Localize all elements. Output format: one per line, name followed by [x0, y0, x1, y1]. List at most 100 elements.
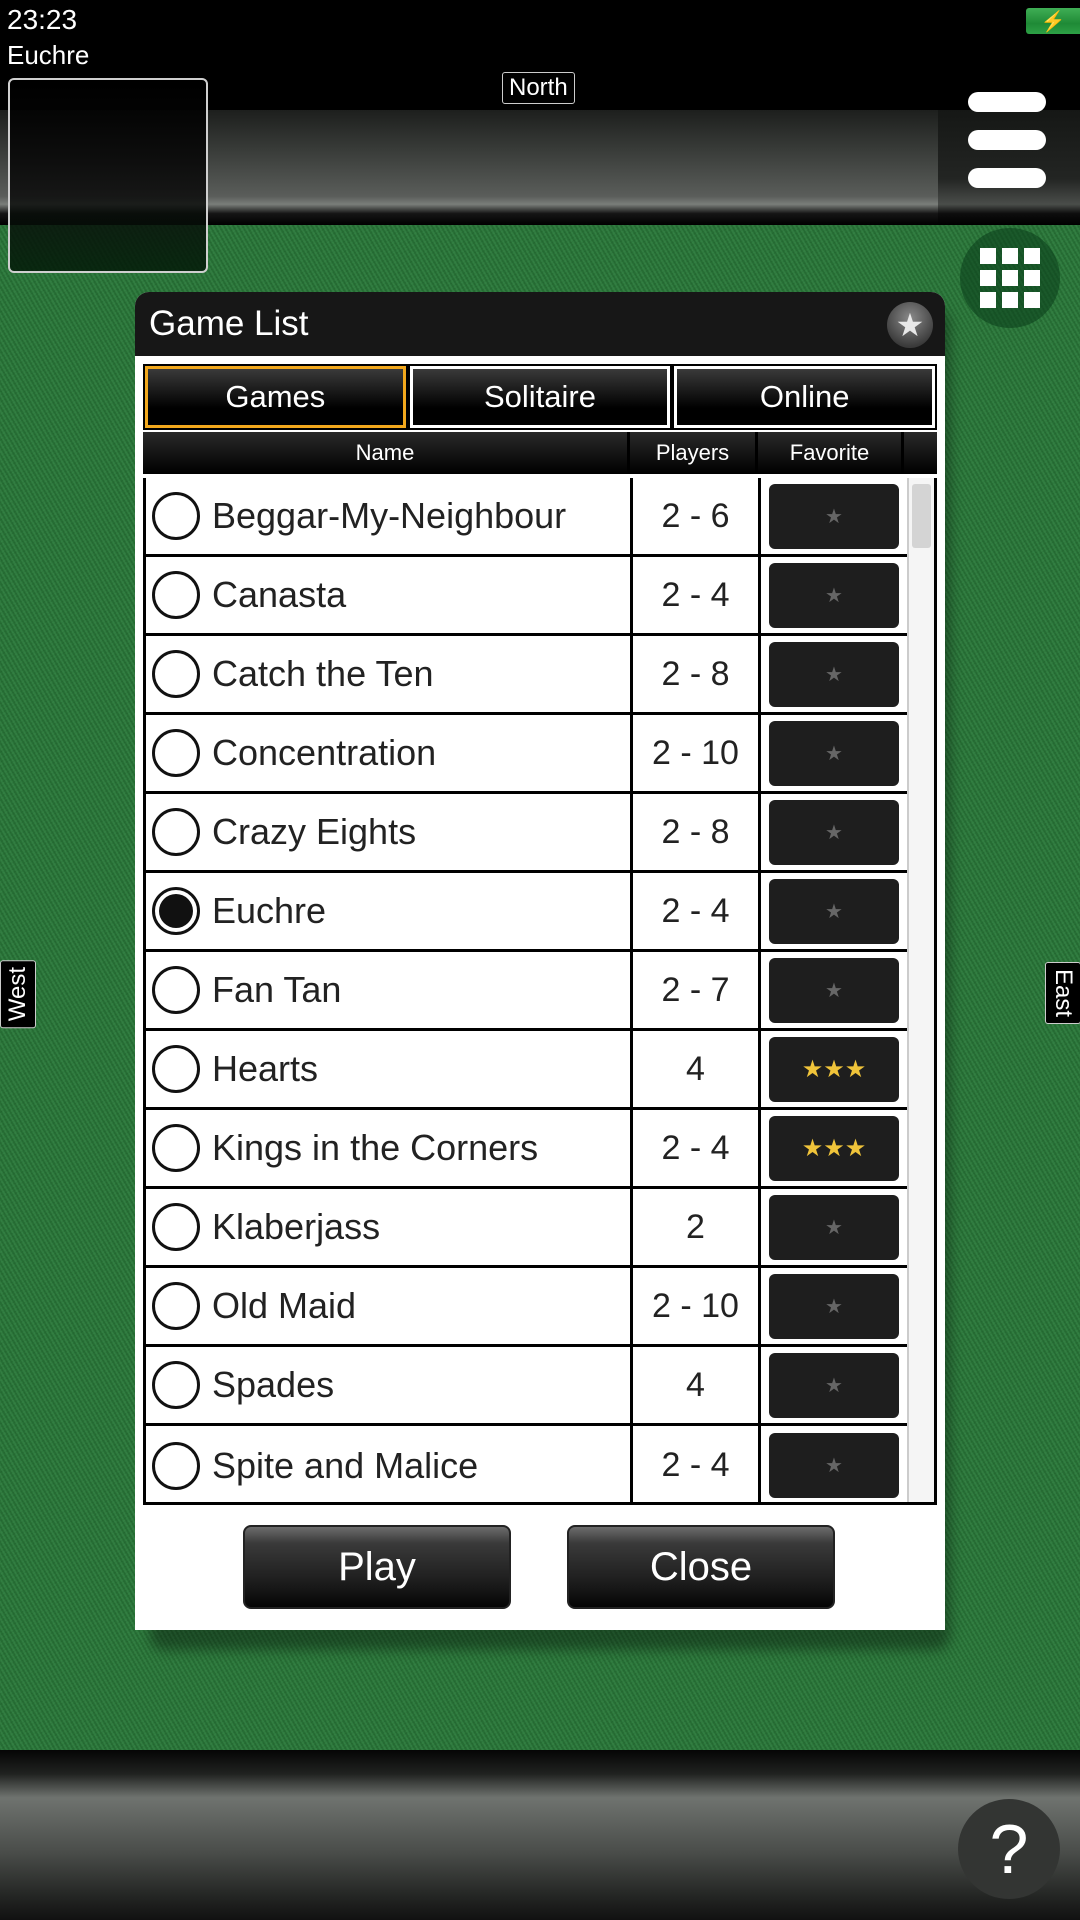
- game-name-cell: Hearts: [146, 1031, 633, 1107]
- player-avatar-box: [8, 78, 208, 273]
- table-header: Name Players Favorite: [143, 432, 937, 474]
- tab-solitaire[interactable]: Solitaire: [409, 366, 671, 428]
- game-name: Crazy Eights: [212, 811, 417, 852]
- favorite-cell: ★: [761, 478, 907, 554]
- column-header-name[interactable]: Name: [143, 432, 630, 474]
- game-row[interactable]: Spades 4 ★: [146, 1347, 907, 1426]
- players-count: 2 - 4: [633, 1426, 761, 1502]
- players-count: 2 - 8: [633, 794, 761, 870]
- star-icon[interactable]: ★: [887, 302, 933, 348]
- game-name-cell: Kings in the Corners: [146, 1110, 633, 1186]
- favorite-star-button[interactable]: ★: [769, 957, 899, 1023]
- favorite-star-button[interactable]: ★: [769, 878, 899, 944]
- game-row[interactable]: Spite and Malice 2 - 4 ★: [146, 1426, 907, 1502]
- favorite-star-button[interactable]: ★: [769, 799, 899, 865]
- game-category-tabs: Games Solitaire Online: [143, 364, 937, 430]
- game-name: Spite and Malice: [212, 1444, 479, 1486]
- column-header-favorite[interactable]: Favorite: [758, 432, 904, 474]
- status-clock: 23:23: [7, 4, 78, 35]
- radio-unselected-icon[interactable]: [152, 571, 200, 619]
- radio-selected-icon[interactable]: [152, 887, 200, 935]
- star-glyph: ★: [895, 307, 925, 343]
- game-row[interactable]: Kings in the Corners 2 - 4 ★★★: [146, 1110, 907, 1189]
- game-name: Euchre: [212, 890, 327, 931]
- game-name-cell: Fan Tan: [146, 952, 633, 1028]
- current-game-name: Euchre: [7, 40, 90, 70]
- dialog-title: Game List: [149, 304, 309, 343]
- radio-unselected-icon[interactable]: [152, 1203, 200, 1251]
- battery-charging-icon: ⚡: [1026, 8, 1080, 34]
- favorite-star-button[interactable]: ★: [769, 562, 899, 628]
- game-row[interactable]: Concentration 2 - 10 ★: [146, 715, 907, 794]
- favorite-star-button[interactable]: ★★★: [769, 1115, 899, 1181]
- radio-unselected-icon[interactable]: [152, 729, 200, 777]
- radio-unselected-icon[interactable]: [152, 1361, 200, 1409]
- favorite-cell: ★: [761, 1189, 907, 1265]
- favorite-cell: ★: [761, 715, 907, 791]
- seat-label-north: North: [502, 72, 575, 104]
- tab-online[interactable]: Online: [674, 366, 936, 428]
- game-row[interactable]: Klaberjass 2 ★: [146, 1189, 907, 1268]
- scrollbar[interactable]: [907, 478, 934, 1502]
- favorite-star-button[interactable]: ★: [769, 720, 899, 786]
- close-button[interactable]: Close: [567, 1525, 835, 1609]
- favorite-star-button[interactable]: ★: [769, 1194, 899, 1260]
- game-name-cell: Spades: [146, 1347, 633, 1423]
- column-header-spacer: [904, 432, 937, 474]
- favorite-cell: ★: [761, 1347, 907, 1423]
- lightning-icon: ⚡: [1040, 10, 1066, 33]
- game-name-cell: Crazy Eights: [146, 794, 633, 870]
- favorite-cell: ★: [761, 1268, 907, 1344]
- tab-games[interactable]: Games: [145, 366, 406, 428]
- favorite-cell: ★★★: [761, 1031, 907, 1107]
- players-count: 2 - 8: [633, 636, 761, 712]
- favorite-star-button[interactable]: ★: [769, 641, 899, 707]
- players-count: 2 - 4: [633, 1110, 761, 1186]
- players-count: 2 - 4: [633, 557, 761, 633]
- game-name-cell: Spite and Malice: [146, 1426, 633, 1502]
- grid-icon[interactable]: [960, 228, 1060, 328]
- radio-unselected-icon[interactable]: [152, 1282, 200, 1330]
- favorite-star-button[interactable]: ★: [769, 1352, 899, 1418]
- favorite-cell: ★: [761, 1426, 907, 1502]
- game-name: Concentration: [212, 732, 437, 773]
- game-row[interactable]: Canasta 2 - 4 ★: [146, 557, 907, 636]
- radio-unselected-icon[interactable]: [152, 1124, 200, 1172]
- game-row[interactable]: Euchre 2 - 4 ★: [146, 873, 907, 952]
- game-row[interactable]: Old Maid 2 - 10 ★: [146, 1268, 907, 1347]
- players-count: 2 - 7: [633, 952, 761, 1028]
- game-name-cell: Euchre: [146, 873, 633, 949]
- column-header-players[interactable]: Players: [630, 432, 758, 474]
- game-row[interactable]: Catch the Ten 2 - 8 ★: [146, 636, 907, 715]
- help-icon[interactable]: ?: [958, 1799, 1060, 1899]
- play-button[interactable]: Play: [243, 1525, 511, 1609]
- game-row[interactable]: Crazy Eights 2 - 8 ★: [146, 794, 907, 873]
- game-row[interactable]: Beggar-My-Neighbour 2 - 6 ★: [146, 478, 907, 557]
- game-row[interactable]: Hearts 4 ★★★: [146, 1031, 907, 1110]
- favorite-cell: ★: [761, 794, 907, 870]
- players-count: 2: [633, 1189, 761, 1265]
- players-count: 2 - 10: [633, 1268, 761, 1344]
- favorite-cell: ★: [761, 873, 907, 949]
- favorite-star-button[interactable]: ★: [769, 1273, 899, 1339]
- seat-label-west: West: [0, 960, 36, 1029]
- favorite-cell: ★: [761, 952, 907, 1028]
- scrollbar-thumb[interactable]: [912, 484, 931, 548]
- favorite-star-button[interactable]: ★★★: [769, 1036, 899, 1102]
- radio-unselected-icon[interactable]: [152, 492, 200, 540]
- radio-unselected-icon[interactable]: [152, 808, 200, 856]
- favorite-star-button[interactable]: ★: [769, 1433, 899, 1498]
- game-name-cell: Klaberjass: [146, 1189, 633, 1265]
- dialog-header: Game List ★: [135, 292, 945, 356]
- game-row[interactable]: Fan Tan 2 - 7 ★: [146, 952, 907, 1031]
- radio-unselected-icon[interactable]: [152, 1045, 200, 1093]
- game-list: Beggar-My-Neighbour 2 - 6 ★ Canasta 2 - 4 ★ Ca…: [143, 478, 937, 1505]
- game-name: Fan Tan: [212, 969, 342, 1010]
- favorite-cell: ★★★: [761, 1110, 907, 1186]
- radio-unselected-icon[interactable]: [152, 966, 200, 1014]
- game-name: Beggar-My-Neighbour: [212, 495, 567, 536]
- radio-unselected-icon[interactable]: [152, 1441, 200, 1490]
- radio-unselected-icon[interactable]: [152, 650, 200, 698]
- hamburger-menu-icon[interactable]: [968, 88, 1050, 192]
- favorite-star-button[interactable]: ★: [769, 483, 899, 549]
